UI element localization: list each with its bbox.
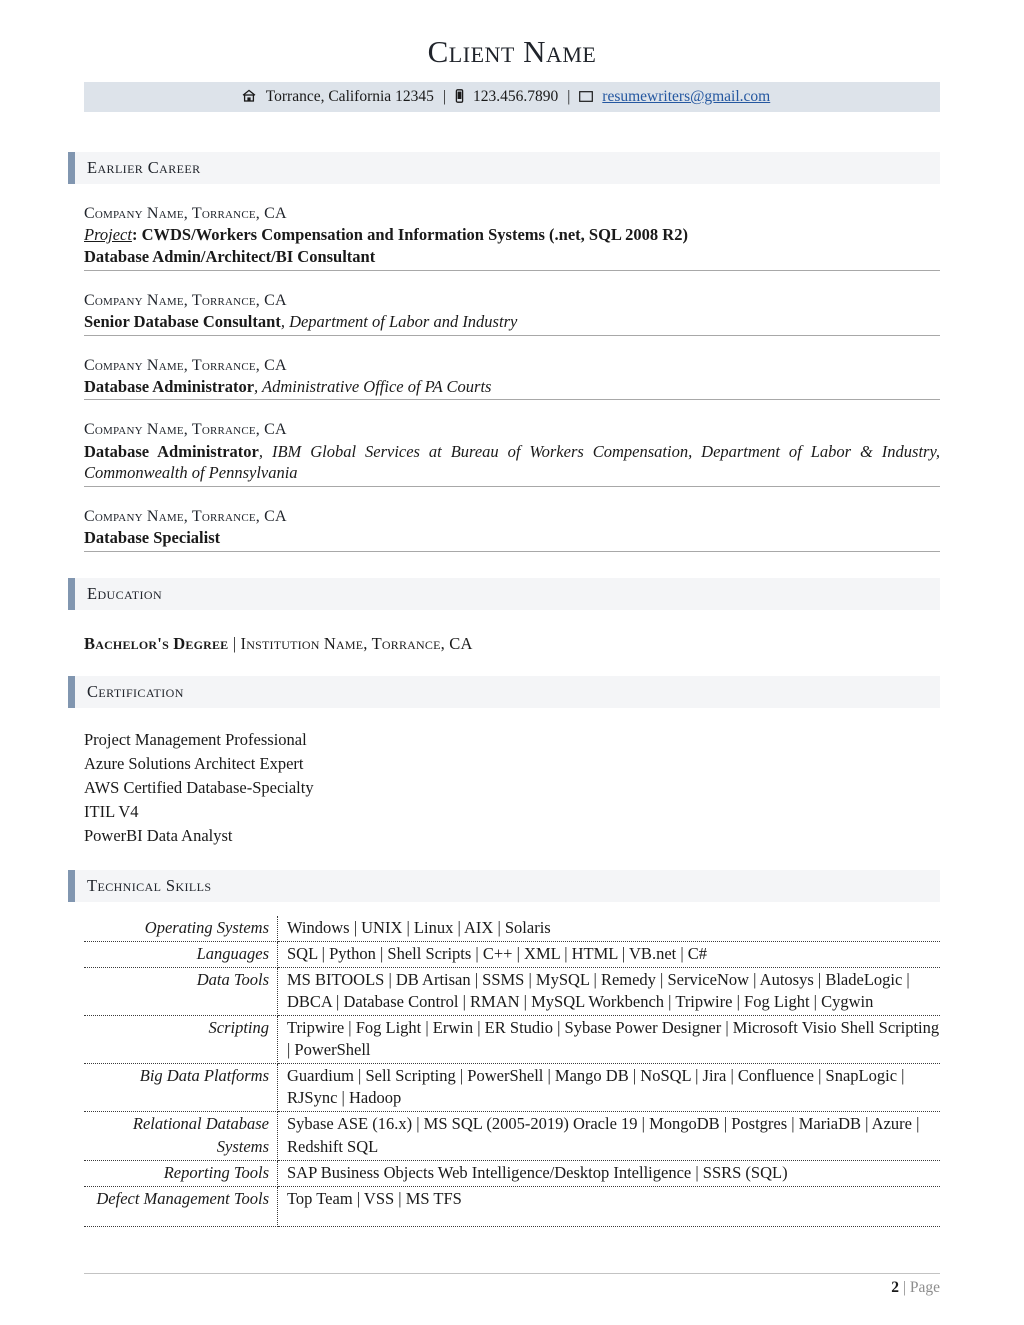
list-item: AWS Certified Database-Specialty — [84, 777, 314, 797]
section-accent-bar — [68, 152, 75, 184]
skill-value: SQL | Python | Shell Scripts | C++ | XML… — [277, 941, 940, 968]
job-entry: Company Name, Torrance, CA Database Admi… — [84, 419, 940, 488]
earlier-career-list: Company Name, Torrance, CA Project: CWDS… — [84, 203, 940, 552]
table-row: Reporting Tools SAP Business Objects Web… — [84, 1160, 940, 1187]
footer-separator: | — [899, 1279, 910, 1296]
job-title: Database Administrator — [84, 376, 255, 396]
section-header-certification: Certification — [68, 675, 940, 708]
section-accent-bar — [68, 675, 75, 708]
education-block: Bachelor's Degree | Institution Name, To… — [84, 634, 940, 654]
table-row: Big Data Platforms Guardium | Sell Scrip… — [84, 1063, 940, 1113]
job-title-line: Database Administrator, IBM Global Servi… — [84, 441, 940, 485]
job-title-line: Database Admin/Architect/BI Consultant — [84, 246, 940, 268]
section-title: Certification — [87, 681, 184, 701]
technical-skills-table: Operating Systems Windows | UNIX | Linux… — [84, 915, 940, 1227]
table-row: Scripting Tripwire | Fog Light | Erwin |… — [84, 1015, 940, 1065]
list-item: Azure Solutions Architect Expert — [84, 753, 304, 773]
job-company: Company Name, Torrance, CA — [84, 421, 287, 439]
contact-address: Torrance, California 12345 — [265, 88, 434, 105]
skill-value: MS BITOOLS | DB Artisan | SSMS | MySQL |… — [277, 967, 940, 1016]
page-number: 2 — [891, 1279, 899, 1296]
job-company: Company Name, Torrance, CA — [84, 205, 287, 222]
section-header-earlier-career: Earlier Career — [68, 152, 940, 184]
skill-value: Tripwire | Fog Light | Erwin | ER Studio… — [277, 1015, 940, 1065]
job-department: , Department of Labor and Industry — [280, 311, 518, 331]
job-title: Database Specialist — [84, 528, 221, 548]
skill-category-label: Reporting Tools — [84, 1160, 278, 1187]
skill-category-label: Big Data Platforms — [84, 1063, 278, 1113]
table-row: Operating Systems Windows | UNIX | Linux… — [84, 915, 940, 942]
skill-category-label: Operating Systems — [84, 915, 278, 942]
section-accent-bar — [68, 577, 75, 610]
contact-separator-2: | — [567, 88, 571, 105]
job-company: Company Name, Torrance, CA — [84, 356, 287, 374]
job-company: Company Name, Torrance, CA — [84, 291, 287, 309]
skill-category-label: Relational Database Systems — [84, 1111, 278, 1161]
job-title-line: Database Administrator, Administrative O… — [84, 376, 940, 398]
job-project-line: Project: CWDS/Workers Compensation and I… — [84, 224, 940, 246]
job-title: Senior Database Consultant — [84, 311, 281, 331]
table-row: Data Tools MS BITOOLS | DB Artisan | SSM… — [84, 967, 940, 1016]
page-footer: 2 | Page — [84, 1273, 940, 1297]
contact-phone: 123.456.7890 — [472, 88, 559, 105]
job-entry: Company Name, Torrance, CA Database Spec… — [84, 506, 940, 552]
job-title-line: Senior Database Consultant, Department o… — [84, 311, 940, 333]
job-entry: Company Name, Torrance, CA Project: CWDS… — [84, 203, 940, 271]
skill-category-label: Scripting — [84, 1015, 278, 1065]
certification-list: Project Management Professional Azure So… — [84, 728, 940, 848]
skill-category-label: Data Tools — [84, 967, 278, 1016]
skill-value: Windows | UNIX | Linux | AIX | Solaris — [277, 915, 940, 942]
job-entry: Company Name, Torrance, CA Senior Databa… — [84, 290, 940, 336]
job-title-line: Database Specialist — [84, 527, 940, 549]
skill-category-label: Languages — [84, 941, 278, 968]
job-title: Database Administrator — [84, 441, 259, 461]
skill-value: SAP Business Objects Web Intelligence/De… — [277, 1160, 940, 1187]
table-row: Relational Database Systems Sybase ASE (… — [84, 1111, 940, 1161]
page-title: Client Name — [427, 34, 597, 69]
skill-category-label: Defect Management Tools — [84, 1186, 278, 1227]
home-icon — [242, 89, 257, 107]
job-department: , Administrative Office of PA Courts — [254, 376, 492, 396]
contact-email-link[interactable]: resumewriters@gmail.com — [602, 88, 770, 106]
contact-bar: Torrance, California 12345 | 123.456.789… — [84, 82, 940, 112]
job-entry: Company Name, Torrance, CA Database Admi… — [84, 355, 940, 401]
envelope-icon — [579, 89, 594, 107]
project-description: : CWDS/Workers Compensation and Informat… — [131, 225, 688, 245]
list-item: Project Management Professional — [84, 729, 307, 749]
section-title: Technical Skills — [87, 875, 212, 895]
footer-page-word: Page — [909, 1279, 940, 1296]
education-institution: Institution Name, Torrance, CA — [240, 633, 473, 653]
skill-value: Sybase ASE (16.x) | MS SQL (2005-2019) O… — [277, 1111, 940, 1161]
education-entry: Bachelor's Degree | Institution Name, To… — [84, 634, 940, 654]
list-item: ITIL V4 — [84, 801, 139, 821]
mobile-phone-icon — [455, 88, 464, 108]
resume-page: Client Name Torrance, California 12345 |… — [0, 0, 1024, 1325]
job-company: Company Name, Torrance, CA — [84, 508, 287, 526]
section-title: Earlier Career — [87, 158, 201, 177]
education-degree: Bachelor's Degree — [84, 633, 229, 653]
table-row: Defect Management Tools Top Team | VSS |… — [84, 1186, 940, 1227]
section-header-technical-skills: Technical Skills — [68, 869, 940, 902]
skill-value: Guardium | Sell Scripting | PowerShell |… — [277, 1063, 940, 1113]
table-row: Languages SQL | Python | Shell Scripts |… — [84, 941, 940, 968]
project-label: Project — [84, 225, 132, 245]
list-item: PowerBI Data Analyst — [84, 825, 233, 845]
contact-separator-1: | — [442, 88, 446, 105]
skill-value: Top Team | VSS | MS TFS — [277, 1186, 940, 1227]
section-title: Education — [87, 583, 163, 603]
section-header-education: Education — [68, 577, 940, 610]
section-accent-bar — [68, 869, 75, 902]
education-separator: | — [228, 633, 241, 653]
footer-divider — [84, 1273, 940, 1274]
footer-page-indicator: 2 | Page — [84, 1279, 940, 1297]
job-title: Database Admin/Architect/BI Consultant — [84, 246, 376, 266]
